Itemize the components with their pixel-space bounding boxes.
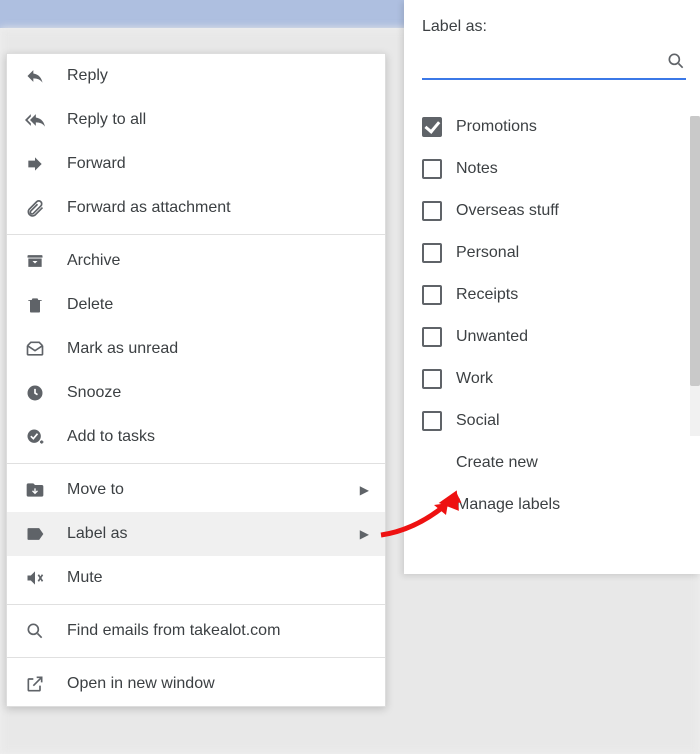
attachment-icon [23,196,47,220]
label-row[interactable]: Work [422,358,678,400]
checkbox[interactable] [422,201,442,221]
divider [7,234,385,235]
scrollbar-thumb[interactable] [690,116,700,386]
label-icon [23,522,47,546]
menu-item-mark-unread[interactable]: Mark as unread [7,327,385,371]
label-search-row [422,50,686,80]
menu-item-forward-attachment[interactable]: Forward as attachment [7,186,385,230]
mute-icon [23,566,47,590]
label-as-panel: Label as: PromotionsNotesOverseas stuffP… [404,0,700,574]
menu-label: Open in new window [67,675,369,693]
menu-item-snooze[interactable]: Snooze [7,371,385,415]
menu-item-reply[interactable]: Reply [7,54,385,98]
delete-icon [23,293,47,317]
menu-item-delete[interactable]: Delete [7,283,385,327]
menu-label: Delete [67,296,369,314]
archive-icon [23,249,47,273]
checkbox[interactable] [422,243,442,263]
move-to-icon [23,478,47,502]
menu-label: Mute [67,569,369,587]
label-name: Promotions [456,118,537,136]
menu-label: Move to [67,481,360,499]
label-name: Work [456,370,493,388]
menu-item-reply-all[interactable]: Reply to all [7,98,385,142]
label-name: Social [456,412,500,430]
search-icon [666,51,686,71]
menu-item-forward[interactable]: Forward [7,142,385,186]
context-menu: Reply Reply to all Forward Forward as at… [6,53,386,707]
open-new-window-icon [23,672,47,696]
checkbox[interactable] [422,285,442,305]
menu-label: Reply [67,67,369,85]
label-row[interactable]: Unwanted [422,316,678,358]
action-label: Create new [456,454,538,472]
divider [7,463,385,464]
label-name: Unwanted [456,328,528,346]
checkbox[interactable] [422,369,442,389]
menu-label: Mark as unread [67,340,369,358]
menu-label: Add to tasks [67,428,369,446]
mark-unread-icon [23,337,47,361]
checkbox[interactable] [422,159,442,179]
menu-label: Label as [67,525,360,543]
label-name: Notes [456,160,498,178]
menu-item-mute[interactable]: Mute [7,556,385,600]
label-row[interactable]: Social [422,400,678,442]
divider [7,657,385,658]
menu-label: Find emails from takealot.com [67,622,369,640]
add-to-tasks-icon [23,425,47,449]
menu-label: Forward [67,155,369,173]
menu-label: Forward as attachment [67,199,369,217]
search-icon [23,619,47,643]
checkbox[interactable] [422,327,442,347]
label-row[interactable]: Overseas stuff [422,190,678,232]
label-row[interactable]: Notes [422,148,678,190]
label-name: Personal [456,244,519,262]
divider [7,604,385,605]
label-name: Overseas stuff [456,202,559,220]
menu-item-add-to-tasks[interactable]: Add to tasks [7,415,385,459]
menu-label: Snooze [67,384,369,402]
label-row[interactable]: Receipts [422,274,678,316]
label-row[interactable]: Personal [422,232,678,274]
menu-item-archive[interactable]: Archive [7,239,385,283]
scrollbar[interactable] [690,116,700,436]
menu-label: Archive [67,252,369,270]
label-name: Receipts [456,286,518,304]
menu-item-find-emails[interactable]: Find emails from takealot.com [7,609,385,653]
menu-item-label-as[interactable]: Label as ▶ [7,512,385,556]
menu-item-open-new-window[interactable]: Open in new window [7,662,385,706]
reply-icon [23,64,47,88]
checkbox[interactable] [422,411,442,431]
checkbox[interactable] [422,117,442,137]
create-new-label[interactable]: Create new [422,442,686,484]
forward-icon [23,152,47,176]
action-label: Manage labels [456,496,560,514]
reply-all-icon [23,108,47,132]
manage-labels[interactable]: Manage labels [422,484,686,526]
menu-item-move-to[interactable]: Move to ▶ [7,468,385,512]
chevron-right-icon: ▶ [360,527,369,541]
label-row[interactable]: Promotions [422,106,678,148]
chevron-right-icon: ▶ [360,483,369,497]
label-search-input[interactable] [422,50,666,72]
panel-title: Label as: [422,18,686,36]
snooze-icon [23,381,47,405]
menu-label: Reply to all [67,111,369,129]
label-list: Promotions Notes Overseas stuff Personal Rec… [422,106,686,526]
